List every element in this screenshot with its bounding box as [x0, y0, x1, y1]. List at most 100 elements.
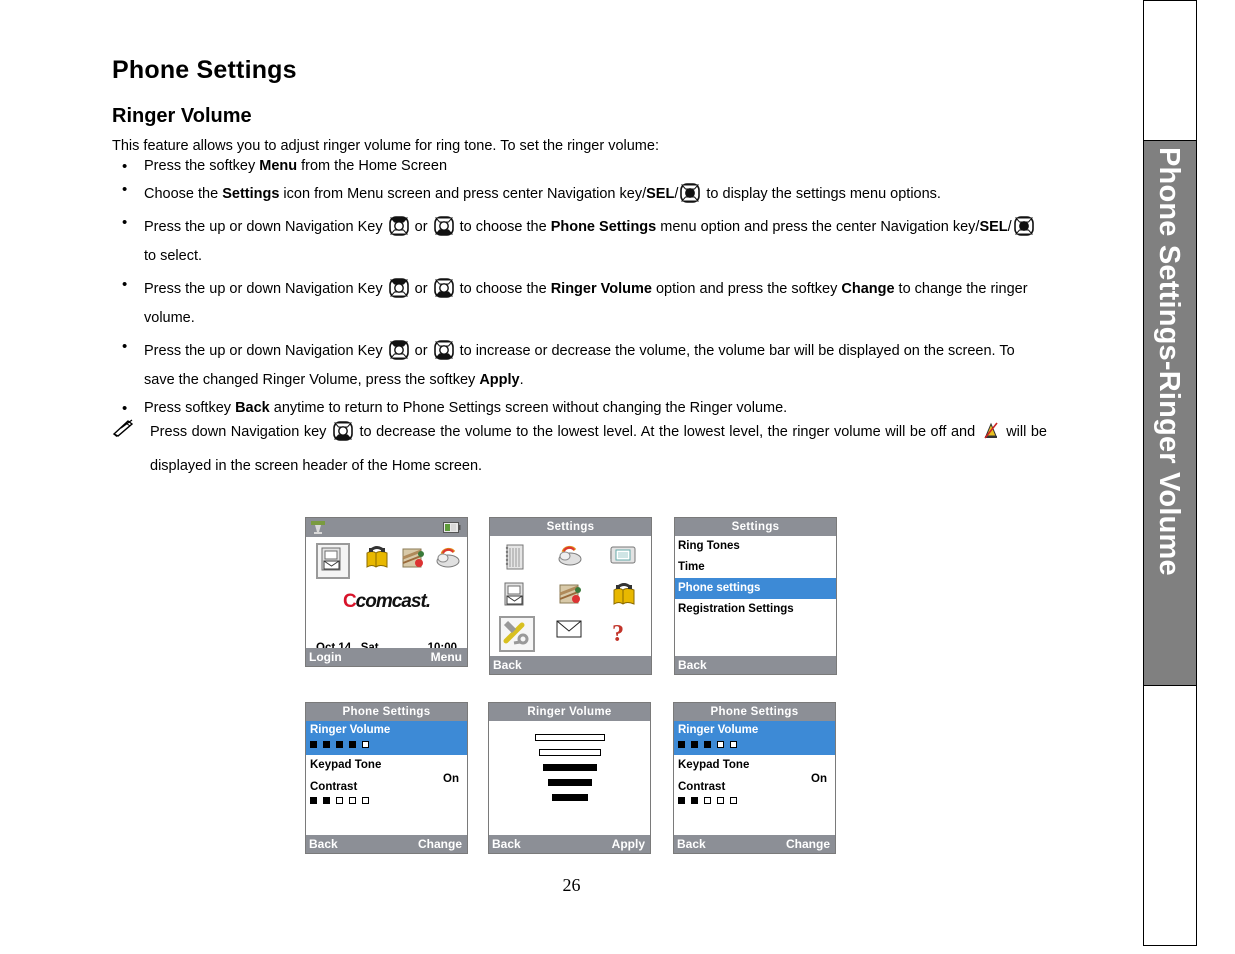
body-text: or — [410, 343, 432, 359]
body-text: to choose the — [455, 281, 551, 297]
bullet-menu-softkey: • Press the softkey Menu from the Home Sc… — [112, 157, 1042, 176]
home-icon-phonebook[interactable] — [362, 545, 392, 577]
level-box-1 — [678, 797, 685, 804]
volume-bar-1 — [534, 734, 605, 741]
phone-settings-after-softkey-right[interactable]: Change — [786, 835, 830, 853]
phone-settings-before-ringer-boxes — [310, 739, 463, 751]
nav-key-center-icon — [1013, 216, 1035, 236]
phone-settings-after-contrast-row[interactable]: Contrast — [674, 771, 835, 807]
grid-icon-time[interactable] — [609, 543, 639, 573]
level-box-5 — [362, 741, 369, 748]
level-box-4 — [717, 741, 724, 748]
body-text: to select. — [144, 248, 203, 264]
home-screen-body: Ccomcast. Oct 14 , Sat 10:00 — [306, 537, 467, 654]
body-text: Press the up or down Navigation Key — [144, 281, 387, 297]
level-box-2 — [691, 797, 698, 804]
level-box-5 — [730, 797, 737, 804]
phone-settings-after-softkey-left[interactable]: Back — [677, 835, 706, 853]
grid-icon-voicemail[interactable] — [502, 581, 532, 611]
phone-settings-after-softkey-bar: Back Change — [674, 835, 835, 853]
bullet-choose-ringer-volume: • Press the up or down Navigation Key or … — [112, 275, 1042, 333]
home-softkey-right[interactable]: Menu — [431, 648, 462, 666]
phone-settings-before-contrast-row[interactable]: Contrast — [306, 771, 467, 807]
page-number: 26 — [562, 875, 581, 895]
phone-settings-screen-before: Phone Settings Ringer Volume Keypad Tone… — [305, 702, 468, 854]
bullet-marker: • — [122, 338, 128, 355]
bullet-marker: • — [122, 276, 128, 293]
phone-settings-before-softkey-right[interactable]: Change — [418, 835, 462, 853]
home-softkey-left[interactable]: Login — [309, 648, 342, 666]
page-title: Phone Settings — [112, 56, 297, 84]
level-box-3 — [704, 797, 711, 804]
phone-settings-before-body: Ringer Volume Keypad Tone On Contrast — [306, 721, 467, 835]
settings-menu-list: Ring Tones Time Phone settings Registration… — [675, 536, 836, 620]
body-text: anytime to return to Phone Settings scre… — [269, 400, 788, 416]
body-text: Press the softkey — [144, 158, 260, 174]
grid-icon-help[interactable]: ? — [609, 619, 639, 649]
bullet-marker: • — [122, 181, 128, 198]
grid-icon-web[interactable] — [555, 581, 585, 611]
body-text: or — [410, 281, 432, 297]
ringer-volume-softkey-left[interactable]: Back — [492, 835, 521, 853]
volume-bar-2 — [538, 749, 601, 756]
ringer-volume-bar-stack — [489, 734, 650, 809]
emphasis-text: Change — [841, 281, 895, 297]
home-softkey-bar: Login Menu — [306, 648, 467, 666]
grid-icon-ring-tones[interactable] — [502, 543, 532, 573]
level-box-1 — [310, 741, 317, 748]
emphasis-text: Back — [235, 400, 270, 416]
phone-settings-before-softkey-left[interactable]: Back — [309, 835, 338, 853]
level-box-5 — [730, 741, 737, 748]
level-box-3 — [704, 741, 711, 748]
settings-list-title: Settings — [675, 518, 836, 536]
body-text: / — [674, 186, 679, 202]
phone-settings-before-ringer-row[interactable]: Ringer Volume — [306, 721, 467, 755]
signal-icon — [310, 520, 326, 538]
settings-list-item-time[interactable]: Time — [675, 557, 836, 578]
phone-settings-before-ringer-label: Ringer Volume — [310, 724, 391, 736]
phone-settings-after-ringer-boxes — [678, 739, 831, 751]
body-text: Press down Navigation key — [150, 424, 331, 440]
phone-settings-after-ringer-row[interactable]: Ringer Volume — [674, 721, 835, 755]
phone-settings-after-contrast-label: Contrast — [678, 781, 726, 793]
ringer-volume-softkey-bar: Back Apply — [489, 835, 650, 853]
level-box-3 — [336, 741, 343, 748]
home-icon-web[interactable] — [398, 545, 428, 577]
settings-grid-body: ? — [490, 536, 651, 656]
grid-icon-phonebook[interactable] — [609, 581, 639, 611]
comcast-logo-text: comcast. — [355, 591, 431, 612]
nav-key-up-icon — [388, 278, 410, 298]
settings-list-item-registration-settings[interactable]: Registration Settings — [675, 599, 836, 620]
home-icon-row — [306, 543, 467, 583]
phone-settings-before-title: Phone Settings — [306, 703, 467, 721]
settings-icon-grid: ? — [490, 539, 651, 653]
home-icon-weather[interactable] — [434, 546, 464, 578]
settings-list-softkey-left[interactable]: Back — [678, 656, 707, 674]
grid-icon-settings-tools[interactable] — [498, 616, 535, 652]
level-box-5 — [362, 797, 369, 804]
settings-grid-screen: Settings ? Back — [489, 517, 652, 675]
body-text: Press softkey — [144, 400, 236, 416]
settings-grid-softkey-left[interactable]: Back — [493, 656, 522, 674]
intro-paragraph: This feature allows you to adjust ringer… — [112, 138, 659, 154]
body-text: / — [1007, 219, 1012, 235]
home-icon-voicemail[interactable] — [316, 543, 350, 579]
nav-key-down-icon — [433, 216, 455, 236]
phone-settings-after-keypad-row[interactable]: Keypad Tone On — [674, 755, 835, 785]
settings-list-item-phone-settings[interactable]: Phone settings — [675, 578, 836, 599]
emphasis-text: Menu — [259, 158, 298, 174]
phone-settings-before-keypad-row[interactable]: Keypad Tone On — [306, 755, 467, 785]
level-box-4 — [349, 797, 356, 804]
phone-settings-before-keypad-label: Keypad Tone — [310, 759, 382, 771]
settings-list-item-ring-tones[interactable]: Ring Tones — [675, 536, 836, 557]
volume-bar-3 — [542, 764, 597, 771]
settings-grid-title: Settings — [490, 518, 651, 536]
svg-text:?: ? — [612, 621, 624, 647]
emphasis-text: Phone Settings — [550, 219, 657, 235]
ringer-volume-screen: Ringer Volume Back Apply — [488, 702, 651, 854]
grid-icon-weather[interactable] — [555, 543, 585, 573]
grid-icon-messages[interactable] — [555, 619, 585, 649]
ringer-volume-softkey-right[interactable]: Apply — [612, 835, 645, 853]
body-text: to decrease the volume to the lowest lev… — [354, 424, 980, 440]
pencil-note-icon — [112, 418, 138, 438]
